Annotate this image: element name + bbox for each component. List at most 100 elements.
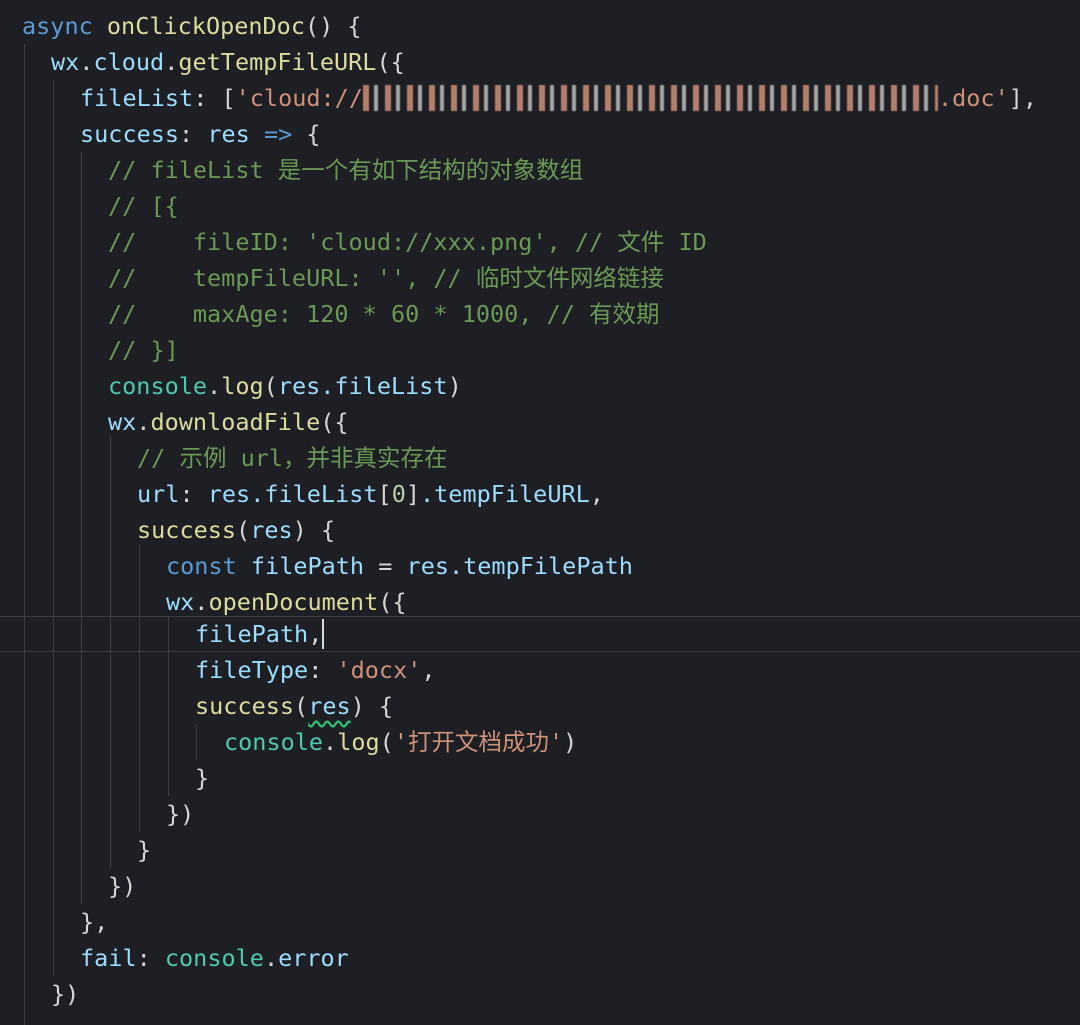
token: , — [589, 480, 604, 508]
token: res.tempFilePath — [406, 552, 633, 580]
code-line-22: } — [195, 764, 210, 792]
token: .tempFileURL — [420, 480, 590, 508]
code-line-25: }) — [108, 872, 137, 900]
token: ( — [294, 692, 309, 720]
token: = — [364, 552, 407, 580]
code-line-3: fileList: ['cloud:// .doc'], — [80, 80, 1037, 116]
token: fail — [80, 944, 137, 972]
token: wx — [166, 588, 195, 616]
token: ({ — [320, 408, 349, 436]
token: ] — [405, 480, 420, 508]
function-name: openDocument — [208, 588, 379, 616]
token: console — [108, 372, 208, 400]
token: ) { — [292, 516, 336, 544]
indent-guide — [196, 724, 197, 760]
code-line-18: filePath, — [195, 616, 322, 652]
warning-squiggle-token: res — [308, 692, 351, 720]
token: ], — [1008, 84, 1038, 112]
token: res — [207, 120, 250, 148]
indent-guide — [110, 436, 111, 868]
code-line-15: success(res) { — [137, 512, 335, 548]
token: : — [308, 656, 337, 684]
token: filePath — [236, 552, 365, 580]
token: success — [80, 120, 180, 148]
token: fileList — [80, 84, 194, 112]
token: { — [306, 120, 321, 148]
comment-line: // 示例 url，并非真实存在 — [137, 444, 448, 472]
token: . — [323, 728, 338, 756]
comment-line: // maxAge: 120 * 60 * 1000, // 有效期 — [108, 300, 660, 328]
indent-guide — [53, 80, 54, 976]
code-line-21: console.log('打开文档成功') — [224, 724, 577, 760]
token: res.fileList — [277, 372, 448, 400]
token: console — [164, 944, 264, 972]
comment-line: // }] — [108, 336, 179, 364]
token: ( — [236, 516, 251, 544]
token: url — [137, 480, 180, 508]
indent-guide — [81, 152, 82, 904]
function-name: getTempFileURL — [178, 48, 377, 76]
token: . — [263, 944, 279, 972]
token: res.fileList — [207, 480, 378, 508]
current-line-highlight — [0, 616, 1080, 652]
code-line-4: success: res => { — [80, 116, 321, 152]
token: : — [179, 480, 208, 508]
token: const — [166, 552, 237, 580]
function-name: log — [221, 372, 264, 400]
token: . — [79, 48, 94, 76]
indent-guide — [139, 544, 140, 832]
token: ({ — [378, 588, 407, 616]
token: error — [278, 944, 349, 972]
code-line-19: fileType: 'docx', — [195, 652, 436, 688]
code-line-24: } — [137, 836, 152, 864]
token: res — [250, 516, 293, 544]
code-line-11: console.log(res.fileList) — [108, 368, 462, 404]
code-line-14: url: res.fileList[0].tempFileURL, — [137, 476, 604, 512]
function-name: success — [195, 692, 295, 720]
token: () { — [304, 12, 362, 40]
indent-guide — [24, 44, 25, 1025]
token: . — [136, 408, 151, 436]
token: : [ — [193, 84, 236, 112]
token: console — [224, 728, 324, 756]
comment-line: // fileID: 'cloud://xxx.png', // 文件 ID — [108, 228, 707, 256]
string-literal: 'cloud:// — [235, 84, 363, 112]
arrow-operator: => — [249, 120, 307, 148]
token: async — [22, 12, 93, 40]
code-line-17: wx.openDocument({ — [166, 584, 407, 620]
code-line-27: fail: console.error — [80, 940, 349, 976]
token: , — [421, 656, 436, 684]
string-literal: .doc' — [937, 84, 1009, 112]
token: : — [179, 120, 208, 148]
code-editor[interactable]: async onClickOpenDoc() { wx.cloud.getTem… — [0, 0, 1080, 1025]
token: , — [308, 620, 323, 648]
token: ) — [447, 372, 462, 400]
token: ( — [263, 372, 278, 400]
function-name: log — [337, 728, 380, 756]
token: : — [136, 944, 165, 972]
function-name: downloadFile — [150, 408, 321, 436]
code-line-28: }) — [51, 980, 80, 1008]
code-line-1: async onClickOpenDoc() { — [22, 8, 362, 44]
code-line-20: success(res) { — [195, 688, 393, 724]
comment-line: // fileList 是一个有如下结构的对象数组 — [108, 156, 584, 184]
token: ({ — [376, 48, 405, 76]
code-line-16: const filePath = res.tempFilePath — [166, 548, 633, 584]
number-literal: 0 — [391, 480, 406, 508]
token: ( — [379, 728, 394, 756]
token: [ — [377, 480, 392, 508]
comment-line: // [{ — [108, 192, 179, 220]
comment-line: // tempFileURL: '', // 临时文件网络链接 — [108, 264, 664, 292]
token: fileType — [195, 656, 309, 684]
code-line-12: wx.downloadFile({ — [108, 404, 349, 440]
token: cloud — [93, 48, 165, 76]
code-line-2: wx.cloud.getTempFileURL({ — [51, 44, 405, 80]
string-literal: 'docx' — [336, 656, 422, 684]
function-name: onClickOpenDoc — [106, 12, 305, 40]
token: . — [207, 372, 222, 400]
code-line-23: }) — [166, 800, 195, 828]
token: wx — [51, 48, 80, 76]
function-name: success — [137, 516, 237, 544]
token: filePath — [195, 620, 309, 648]
code-line-26: }, — [80, 908, 109, 936]
